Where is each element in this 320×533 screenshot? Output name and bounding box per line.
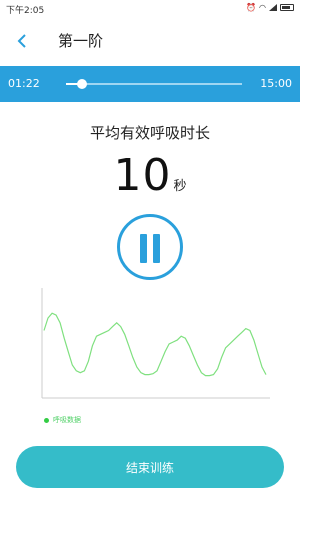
metric-value: 10 [113,150,172,201]
status-icons: ⏰ ◠ [246,3,294,12]
metric-label: 平均有效呼吸时长 [89,124,210,142]
current-time: 01:22 [8,77,40,90]
chevron-left-icon [17,34,26,48]
metric-unit: 秒 [173,179,187,194]
legend-label: 呼吸数据 [53,416,81,424]
end-training-button[interactable]: 结束训练 [16,446,284,488]
pause-icon [140,234,147,263]
pause-icon-bar [153,234,160,263]
nav-bar: 第一阶 [0,22,300,60]
status-bar: 下午2:05 ⏰ ◠ [0,0,300,18]
battery-icon [280,4,294,11]
page-title: 第一阶 [58,32,104,50]
back-button[interactable] [10,28,34,54]
end-training-label: 结束训练 [125,460,174,475]
metric-value-row: 10 秒 [0,150,300,201]
breathing-chart [41,288,270,399]
seek-slider[interactable] [66,79,242,89]
status-time: 下午2:05 [6,6,45,16]
wifi-icon: ◠ [259,3,266,12]
legend-dot [44,417,49,423]
breathing-series-line [43,312,267,377]
pause-button[interactable] [117,214,183,280]
playback-bar: 01:22 15:00 [0,66,300,102]
alarm-icon: ⏰ [246,3,257,12]
signal-icon [269,4,277,11]
seek-thumb[interactable] [76,79,87,89]
total-time: 15:00 [260,77,292,90]
chart-legend: 呼吸数据 [44,415,81,425]
